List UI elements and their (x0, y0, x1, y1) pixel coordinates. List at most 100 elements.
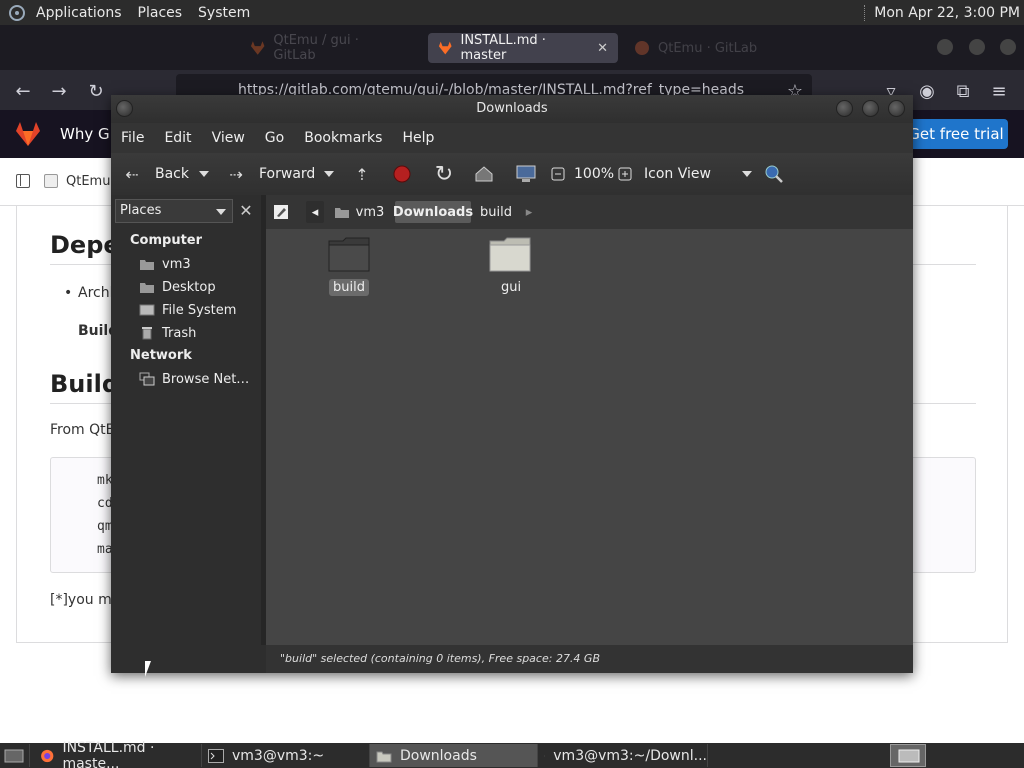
menu-go[interactable]: Go (255, 130, 294, 146)
workspace-icon (898, 749, 920, 762)
tab-close-icon[interactable]: ✕ (597, 41, 608, 56)
view-mode-select[interactable]: Icon View (644, 153, 752, 195)
clock[interactable]: Mon Apr 22, 3:00 PM (874, 5, 1024, 21)
network-icon (139, 372, 155, 386)
chevron-down-icon (199, 171, 209, 177)
window-titlebar[interactable]: Downloads (111, 95, 913, 123)
folder-icon (328, 237, 370, 272)
task-downloads[interactable]: Downloads (370, 744, 538, 767)
zoom-level[interactable]: 100% (574, 153, 614, 195)
zoom-out-button[interactable] (551, 153, 565, 195)
path-button-build[interactable]: build (476, 201, 516, 223)
task-terminal-1[interactable]: vm3@vm3:~ (202, 744, 370, 767)
menu-bar: File Edit View Go Bookmarks Help (111, 123, 913, 153)
sidebar-item-file-system[interactable]: File System (139, 300, 236, 320)
account-icon[interactable]: ◉ (916, 80, 938, 102)
menu-help[interactable]: Help (392, 130, 444, 146)
zoom-in-button[interactable] (618, 153, 632, 195)
chevron-down-icon (742, 171, 752, 177)
path-scroll-left-icon[interactable]: ◂ (306, 201, 324, 223)
edit-location-button[interactable] (270, 201, 292, 223)
reload-button[interactable]: ↻ (433, 153, 455, 195)
forward-label: Forward (259, 166, 316, 182)
gitlab-favicon-icon (250, 41, 265, 55)
section-computer: Computer (130, 233, 203, 248)
menu-edit[interactable]: Edit (154, 130, 201, 146)
menu-bookmarks[interactable]: Bookmarks (294, 130, 392, 146)
sidebar-item-label: Desktop (162, 279, 216, 295)
window-title: Downloads (476, 101, 548, 116)
back-arrow-icon[interactable]: ← (12, 80, 34, 102)
stop-button[interactable] (392, 153, 412, 195)
path-scroll-right-icon[interactable]: ▸ (520, 201, 538, 223)
get-free-trial-button[interactable]: Get free trial (904, 119, 1008, 149)
search-button[interactable] (763, 153, 785, 195)
home-button[interactable] (474, 153, 494, 195)
extensions-icon[interactable]: ⧉ (952, 80, 974, 102)
sidebar-item-trash[interactable]: Trash (139, 323, 196, 343)
desktop-folder-icon (139, 280, 155, 294)
tab-install-md[interactable]: INSTALL.md · master ✕ (428, 33, 618, 63)
tab-label: QtEmu / gui · GitLab (273, 33, 359, 63)
show-desktop-button[interactable] (0, 744, 30, 767)
sidebar-item-label: Trash (162, 325, 197, 341)
breadcrumb[interactable]: QtEmu (66, 158, 110, 206)
tab-label: INSTALL.md · master (460, 33, 546, 63)
forward-arrow-icon[interactable]: → (48, 80, 70, 102)
gitlab-logo-icon[interactable] (14, 120, 42, 148)
computer-icon (516, 165, 536, 182)
close-icon[interactable] (888, 100, 905, 117)
places-select-label: Places (120, 203, 162, 218)
tab-gitlab-gui[interactable]: QtEmu / gui · GitLab (240, 33, 410, 63)
path-button-vm3[interactable]: vm3 (330, 201, 388, 223)
tab-qtemu-gitlab[interactable]: QtEmu · GitLab (624, 33, 804, 63)
sidebar: Places ✕ Computer vm3 Desktop File Syste… (111, 195, 261, 645)
tab-label: QtEmu · GitLab (658, 40, 758, 56)
sidebar-item-desktop[interactable]: Desktop (139, 277, 216, 297)
minimize-icon[interactable] (836, 100, 853, 117)
places-select[interactable]: Places (115, 199, 233, 223)
zoom-in-icon (618, 167, 632, 181)
sidebar-toggle-icon[interactable] (16, 174, 30, 188)
window-minimize-icon[interactable] (937, 39, 953, 55)
bullet-dot: • (64, 285, 73, 301)
system-menu[interactable]: System (190, 0, 258, 25)
file-manager-window: Downloads File Edit View Go Bookmarks He… (111, 95, 913, 673)
close-sidebar-icon[interactable]: ✕ (235, 199, 257, 223)
computer-button[interactable] (515, 153, 537, 195)
drive-icon (139, 303, 155, 317)
search-icon (765, 165, 783, 183)
gnome-foot-icon[interactable] (6, 2, 28, 24)
forward-button[interactable]: ⇢ Forward (225, 153, 315, 195)
file-view[interactable]: build gui (266, 229, 913, 645)
back-history-dropdown[interactable] (199, 153, 213, 195)
maximize-icon[interactable] (862, 100, 879, 117)
folder-icon (489, 237, 531, 272)
sidebar-item-vm3[interactable]: vm3 (139, 254, 191, 274)
workspace-switcher[interactable] (890, 744, 926, 767)
zoom-out-icon (551, 167, 565, 181)
reload-icon[interactable]: ↻ (85, 80, 107, 102)
up-button[interactable]: ⇡ (351, 153, 373, 195)
mouse-cursor-icon (145, 661, 151, 677)
task-label: vm3@vm3:~ (232, 747, 325, 764)
task-firefox[interactable]: INSTALL.md · maste... (34, 740, 202, 768)
places-menu[interactable]: Places (130, 0, 191, 25)
menu-view[interactable]: View (202, 130, 255, 146)
window-menu-icon[interactable] (116, 100, 133, 117)
taskbar: INSTALL.md · maste... vm3@vm3:~ Download… (0, 740, 1024, 768)
path-button-downloads[interactable]: Downloads (393, 201, 473, 223)
gitlab-favicon-icon (438, 41, 452, 55)
forward-history-dropdown[interactable] (324, 153, 338, 195)
task-label: Downloads (400, 747, 477, 764)
window-close-icon[interactable] (1000, 39, 1016, 55)
hamburger-menu-icon[interactable]: ≡ (988, 80, 1010, 102)
terminal-icon (208, 748, 224, 763)
applications-menu[interactable]: Applications (28, 0, 130, 25)
back-button[interactable]: ⇠ Back (121, 153, 189, 195)
menu-file[interactable]: File (111, 130, 154, 146)
task-terminal-2[interactable]: vm3@vm3:~/Downl... (538, 744, 708, 767)
window-maximize-icon[interactable] (969, 39, 985, 55)
sidebar-item-browse-network[interactable]: Browse Net… (139, 369, 249, 389)
show-desktop-icon (4, 749, 24, 762)
